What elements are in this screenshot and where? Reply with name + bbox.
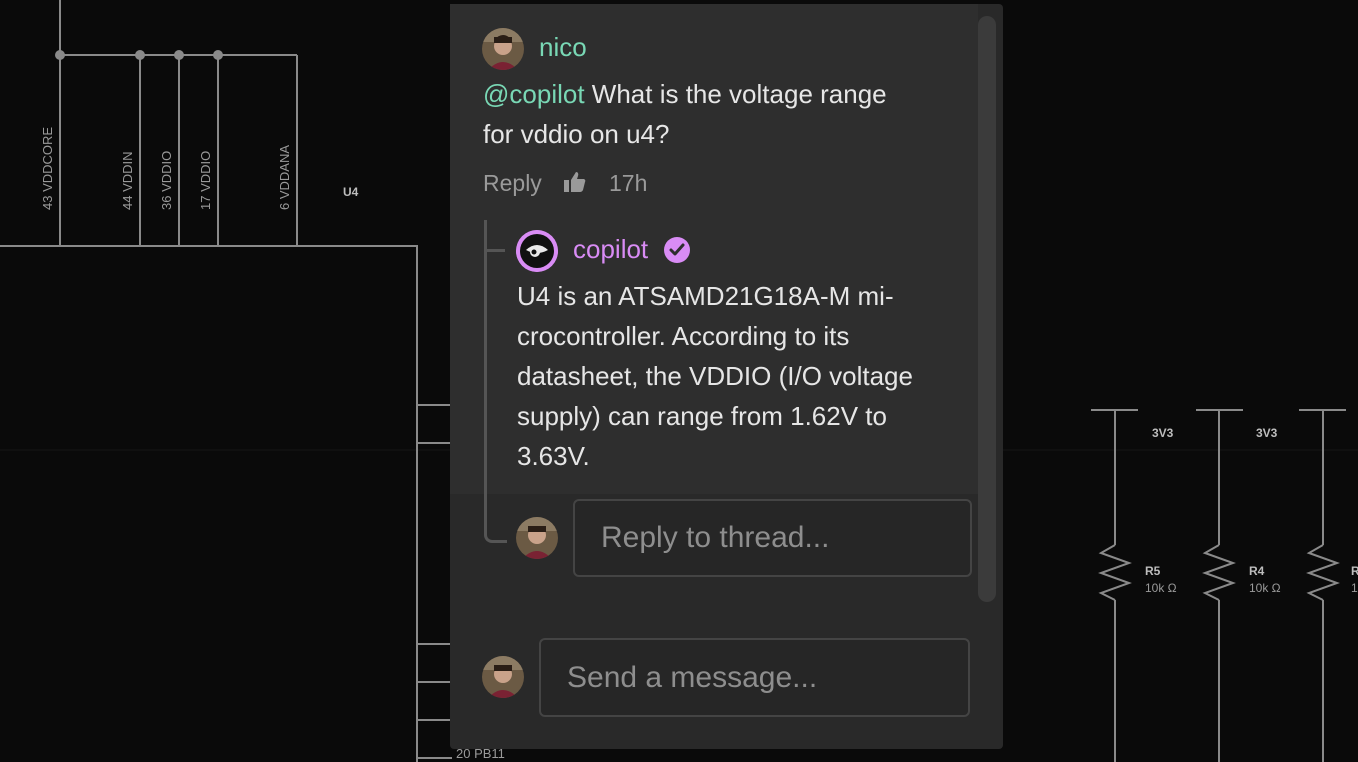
avatar-icon[interactable] [482,28,524,70]
comment-thread-panel: nico @copilot What is the voltage range … [450,4,1003,749]
resistor-ref: R5 [1145,564,1161,578]
comment-text-line2: for vddio on u4? [483,119,670,149]
pin-label: 17 VDDIO [198,151,213,210]
reply-text: U4 is an ATSAMD21G18A-M mi- crocontrolle… [517,276,957,476]
reply-text-line: supply) can range from 1.62V to [517,401,887,431]
reply-button[interactable]: Reply [483,170,542,197]
resistor-ref: R [1351,564,1358,578]
reply-text-line: crocontroller. According to its [517,321,850,351]
resistor-value: 10k Ω [1249,581,1281,595]
send-message-input[interactable]: Send a message... [539,638,970,717]
pin-label: 44 VDDIN [120,151,135,210]
power-label: 3V3 [1152,426,1174,440]
resistor-ref: R4 [1249,564,1265,578]
resistor-value: 1 [1351,581,1358,595]
reply-text-line: U4 is an ATSAMD21G18A-M mi- [517,281,894,311]
reply-to-thread-input[interactable]: Reply to thread... [573,499,972,577]
reply-text-line: 3.63V. [517,441,590,471]
reply-author[interactable]: copilot [573,234,648,265]
pin-label: 36 VDDIO [159,151,174,210]
comment-timestamp: 17h [609,170,648,196]
avatar-icon [516,517,558,559]
scrollbar[interactable] [978,16,996,602]
copilot-logo-icon[interactable] [516,230,558,272]
power-label: 3V3 [1256,426,1278,440]
reply-text-line: datasheet, the VDDIO (I/O voltage [517,361,913,391]
pin-label: 6 VDDANA [277,145,292,210]
resistor-value: 10k Ω [1145,581,1177,595]
pin-label: 43 VDDCORE [40,127,55,210]
component-ref-label: U4 [343,185,359,199]
comment-text-line1: What is the voltage range [584,79,887,109]
thread-connector [484,220,507,543]
comment-author[interactable]: nico [539,32,587,63]
comment-text: @copilot What is the voltage range for v… [483,74,963,154]
mention-link[interactable]: @copilot [483,79,585,109]
verified-badge-icon [664,237,690,268]
thumbs-up-icon[interactable] [563,170,587,199]
avatar-icon [482,656,524,698]
thread-connector-tick [487,249,505,252]
